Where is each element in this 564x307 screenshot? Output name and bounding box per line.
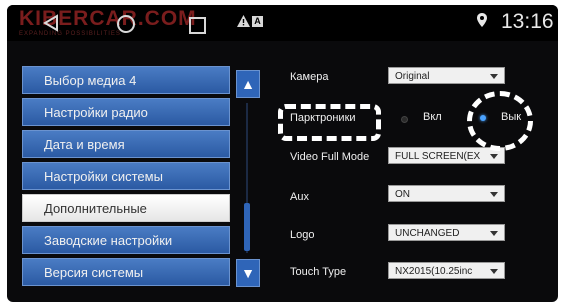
chevron-down-icon	[490, 231, 498, 236]
recent-apps-icon[interactable]	[189, 17, 206, 34]
chevron-down-icon	[490, 154, 498, 159]
video-full-mode-label: Video Full Mode	[290, 151, 370, 163]
logo-label: Logo	[290, 229, 315, 241]
highlight-parking-off-radio	[467, 91, 533, 151]
aux-select[interactable]: ON	[388, 185, 505, 202]
parking-on-label[interactable]: Вкл	[423, 111, 442, 123]
aux-value: ON	[395, 189, 410, 200]
chevron-down-icon	[490, 192, 498, 197]
settings-menu: Выбор медиа 4 Настройки радио Дата и вре…	[22, 66, 230, 290]
menu-item-factory-settings[interactable]: Заводские настройки	[22, 226, 230, 254]
head-unit-screen: KIBERCAR.COM EXPANDING POSSIBILITIES A 1…	[7, 5, 558, 302]
touch-type-select[interactable]: NX2015(10.25inc	[388, 262, 505, 279]
scroll-down-button[interactable]: ▼	[236, 259, 260, 287]
menu-item-media-select[interactable]: Выбор медиа 4	[22, 66, 230, 94]
video-full-mode-select[interactable]: FULL SCREEN(EX	[388, 147, 505, 164]
chevron-down-icon	[490, 74, 498, 79]
highlight-parking-label	[278, 104, 381, 141]
parking-on-radio[interactable]	[401, 116, 408, 123]
scroll-thumb[interactable]	[244, 203, 250, 251]
camera-value: Original	[395, 71, 430, 82]
aux-label: Aux	[290, 191, 309, 203]
clock: 13:16	[501, 10, 554, 33]
notification-a-icon: A	[252, 16, 263, 27]
logo-select[interactable]: UNCHANGED	[388, 224, 505, 241]
scroll-up-button[interactable]: ▲	[236, 70, 260, 98]
menu-item-date-time[interactable]: Дата и время	[22, 130, 230, 158]
touch-type-label: Touch Type	[290, 266, 347, 278]
camera-label: Камера	[290, 71, 329, 83]
status-bar: KIBERCAR.COM EXPANDING POSSIBILITIES A 1…	[7, 5, 558, 41]
touch-type-value: NX2015(10.25inc	[395, 266, 473, 277]
menu-item-additional[interactable]: Дополнительные	[22, 194, 230, 222]
warning-icon	[237, 15, 250, 27]
menu-item-system-version[interactable]: Версия системы	[22, 258, 230, 286]
location-pin-icon	[477, 13, 487, 27]
video-full-mode-value: FULL SCREEN(EX	[395, 151, 481, 162]
camera-select[interactable]: Original	[388, 67, 505, 84]
back-icon[interactable]	[43, 14, 59, 32]
watermark-tagline: EXPANDING POSSIBILITIES	[19, 31, 121, 37]
logo-value: UNCHANGED	[395, 228, 460, 239]
chevron-down-icon	[490, 269, 498, 274]
menu-item-radio-settings[interactable]: Настройки радио	[22, 98, 230, 126]
home-icon[interactable]	[117, 15, 135, 33]
menu-item-system-settings[interactable]: Настройки системы	[22, 162, 230, 190]
